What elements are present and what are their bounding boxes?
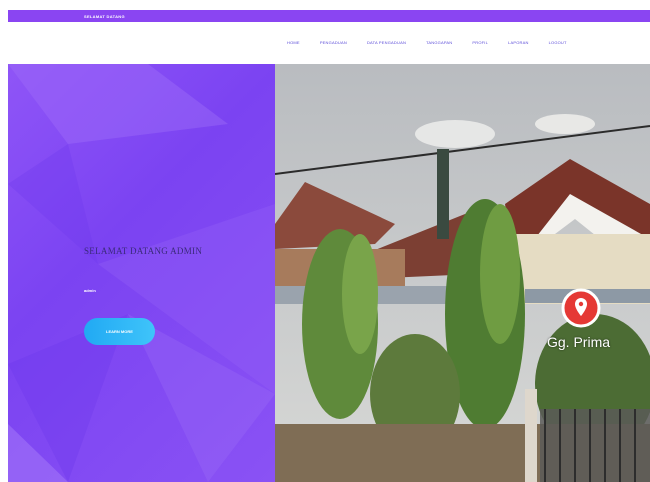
house-photo-image [275,64,650,482]
nav-item-logout[interactable]: Logout [549,40,567,45]
map-pin-icon [561,288,601,328]
hero-subtitle: admin [84,288,96,293]
nav-item-home[interactable]: Home [287,40,300,45]
top-bar: SELAMAT DATANG [8,10,650,22]
street-photo: Gg. Prima [275,64,650,482]
topbar-text: SELAMAT DATANG [84,13,125,19]
navbar: Home Pengaduan Data Pengaduan Tanggapan … [8,22,650,64]
nav-item-profil[interactable]: Profil [472,40,488,45]
hero-background-shapes [8,64,275,482]
nav-item-laporan[interactable]: Laporan [508,40,529,45]
place-label: Gg. Prima [547,334,611,350]
main-nav: Home Pengaduan Data Pengaduan Tanggapan … [287,40,587,45]
nav-item-pengaduan[interactable]: Pengaduan [320,40,347,45]
nav-item-tanggapan[interactable]: Tanggapan [426,40,452,45]
hero-title: SELAMAT DATANG ADMIN [84,246,203,256]
hero-panel: SELAMAT DATANG ADMIN admin Learn More [8,64,275,482]
nav-item-data-pengaduan[interactable]: Data Pengaduan [367,40,406,45]
learn-more-button[interactable]: Learn More [84,318,155,345]
